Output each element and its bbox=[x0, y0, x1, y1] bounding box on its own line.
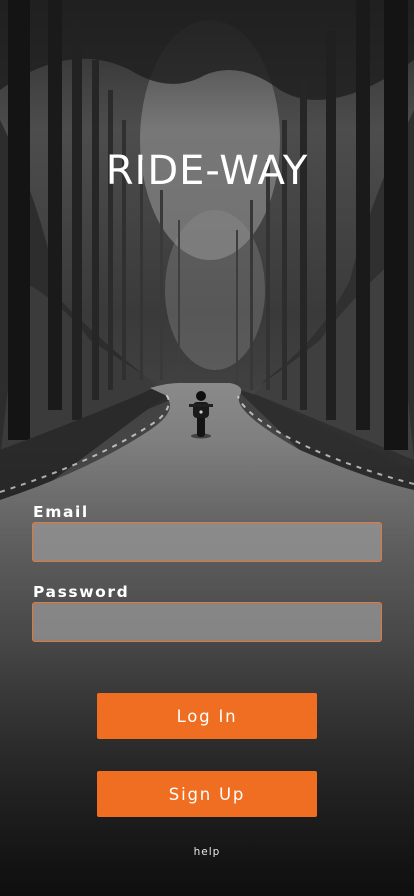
email-label: Email bbox=[33, 503, 89, 521]
password-input[interactable] bbox=[32, 602, 382, 642]
background-forest-road-image bbox=[0, 0, 414, 896]
login-button[interactable]: Log In bbox=[97, 693, 317, 739]
help-link[interactable]: help bbox=[0, 846, 414, 858]
email-input[interactable] bbox=[32, 522, 382, 562]
signup-button[interactable]: Sign Up bbox=[97, 771, 317, 817]
app-title: RIDE-WAY bbox=[105, 148, 309, 194]
password-label: Password bbox=[33, 583, 130, 601]
login-screen: RIDE-WAY Email Password Log In Sign Up h… bbox=[0, 0, 414, 896]
